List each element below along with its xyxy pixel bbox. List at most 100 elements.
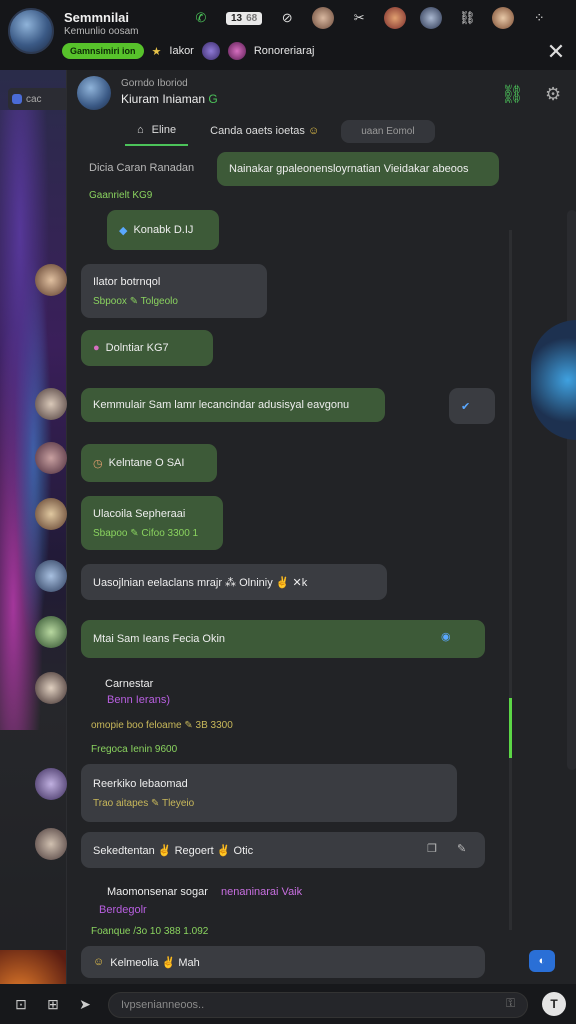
message-bubble[interactable]: ◆ Konabk D.IJ <box>107 210 219 250</box>
message-author: Carnestar <box>105 678 154 690</box>
tab-bar: ⌂ Eline Canda oaets ioetas ☺ uaan Eomol <box>125 116 435 146</box>
reaction-icon[interactable]: ◉ <box>441 630 451 643</box>
message-bubble[interactable]: Mtai Sam Ieans Fecia Okin <box>81 620 485 658</box>
server-text-1: Iakor <box>169 45 194 57</box>
message-meta: Sbpoox ✎ Tolgeolo <box>93 295 178 307</box>
home-icon: ⌂ <box>137 124 144 136</box>
avatar[interactable] <box>35 388 67 420</box>
tab-second[interactable]: Canda oaets ioetas ☺ <box>198 116 331 146</box>
emoji-icon: ☺ <box>93 956 105 968</box>
game-art-background-bottom <box>0 950 66 984</box>
message-bubble[interactable]: Sekedtentan ✌ Regoert ✌ Otic <box>81 832 485 868</box>
avatar[interactable] <box>35 616 67 648</box>
scrollbar-thumb[interactable] <box>509 698 512 758</box>
channel-top-label: Gorndo Iboriod <box>121 78 188 89</box>
message-bubble[interactable]: Nainakar gpaleonensloyrnatian Vieidakar … <box>217 152 499 186</box>
message-meta: Sbapoo ✎ Cifoo 3300 1 <box>93 527 199 539</box>
avatar[interactable] <box>35 828 67 860</box>
friend-avatar-4[interactable] <box>492 7 515 29</box>
friend-avatar-3[interactable] <box>420 7 443 29</box>
message-meta: Gaanrielt KG9 <box>89 190 153 201</box>
friend-avatar-1[interactable] <box>312 7 335 29</box>
top-bar: Semmnilai Kemunlio oosam ✆ 13 68 ⊘ ✂ ⛓ ⁘ … <box>0 0 576 70</box>
edit-icon[interactable]: ✎ <box>457 842 466 855</box>
counter-main: 13 <box>231 12 243 24</box>
message-bubble[interactable]: ● Dolntiar KG7 <box>81 330 213 366</box>
user-status: Kemunlio oosam <box>64 26 139 37</box>
crop-icon[interactable]: ⊘ <box>276 7 298 29</box>
attach-icon[interactable]: ⊡ <box>10 993 32 1015</box>
message-meta: Foanque /3o 10 388 1.092 <box>91 926 209 937</box>
tool-icon[interactable]: ✂ <box>348 7 370 29</box>
server-text-2: Ronoreriaraj <box>253 45 315 57</box>
friend-avatar-2[interactable] <box>384 7 407 29</box>
orb-icon: ● <box>93 342 100 354</box>
side-panel-handle[interactable] <box>531 320 576 440</box>
message-bubble[interactable]: ☺ Kelmeolia ✌ Mah <box>81 946 485 978</box>
message-subtitle: Berdegolr <box>99 904 147 916</box>
message-bubble[interactable]: ◷ Kelntane O SAI <box>81 444 217 482</box>
chat-panel: Gorndo Iboriod Kiuram Iniaman G ⛓ ⚙ ⌂ Eli… <box>35 70 576 984</box>
message-text: Reerkiko lebaomad <box>93 777 188 790</box>
chat-bubble-icon[interactable]: ◐ <box>529 950 555 972</box>
avatar[interactable] <box>35 498 67 530</box>
channel-avatar[interactable] <box>77 76 111 110</box>
avatar[interactable] <box>35 672 67 704</box>
copy-icon[interactable]: ❐ <box>427 842 437 855</box>
channel-title: Kiuram Iniaman G <box>121 92 218 106</box>
message-text: Ulacoila Sepheraai <box>93 507 186 520</box>
message-bubble[interactable]: Ilator botrnqol Sbpoox ✎ Tolgeolo <box>81 264 267 318</box>
message-bubble[interactable]: Uasojlnian eelaclans mrajr ⁂ Olniniy ✌ ✕… <box>81 564 387 600</box>
link-icon[interactable]: ⛓ <box>456 7 478 29</box>
right-scroll-edge[interactable] <box>567 210 576 770</box>
scrollbar-track[interactable] <box>509 230 512 930</box>
badge-icon: ◆ <box>119 224 128 237</box>
phone-icon[interactable]: ✆ <box>190 7 212 29</box>
emoji-icon: ☺ <box>307 125 320 137</box>
top-icon-row: ✆ 13 68 ⊘ ✂ ⛓ ⁘ <box>190 6 568 30</box>
gear-icon[interactable]: ⚙ <box>545 84 567 106</box>
badge-icon <box>12 94 22 104</box>
counter-sub: 68 <box>246 12 258 24</box>
star-icon: ★ <box>151 45 162 58</box>
left-badge[interactable]: cac <box>8 88 68 110</box>
message-author: Maomonsenar sogar <box>107 886 208 898</box>
server-avatar-1[interactable] <box>201 42 220 60</box>
user-name: Semmnilai <box>64 10 130 25</box>
server-avatar-2[interactable] <box>227 42 246 60</box>
send-button[interactable]: T <box>542 992 566 1016</box>
server-tag[interactable]: Gamnsimiri ion <box>62 43 144 59</box>
lock-icon[interactable]: ⚿ <box>506 996 515 1011</box>
left-badge-label: cac <box>26 93 42 105</box>
message-author-tag: nenaninarai Vaik <box>221 886 303 898</box>
message-bubble[interactable]: Kemmulair Sam lamr lecancindar adusisyal… <box>81 388 385 422</box>
send-arrow-icon[interactable]: ➤ <box>74 993 96 1015</box>
reaction-bubble[interactable]: ✔ <box>449 388 495 424</box>
tab-home[interactable]: ⌂ Eline <box>125 116 189 146</box>
avatar[interactable] <box>35 442 67 474</box>
message-text: Dicia Caran Ranadan <box>89 162 195 174</box>
user-avatar[interactable] <box>8 8 54 54</box>
bottom-bar: ⊡ ⊞ ➤ Ivpsenianneoos.. ⚿ T <box>0 984 576 1024</box>
message-subtitle: Benn Ierans) <box>107 694 170 706</box>
link-icon[interactable]: ⛓ <box>501 84 524 106</box>
grid-icon[interactable]: ⁘ <box>528 7 550 29</box>
server-row: Gamnsimiri ion ★ Iakor Ronoreriaraj <box>62 40 314 62</box>
channel-header: Gorndo Iboriod Kiuram Iniaman G ⛓ ⚙ <box>67 70 576 120</box>
message-input[interactable]: Ivpsenianneoos.. <box>108 992 528 1018</box>
clock-icon: ◷ <box>93 457 103 470</box>
avatar[interactable] <box>35 560 67 592</box>
apps-icon[interactable]: ⊞ <box>42 993 64 1015</box>
counter-badge[interactable]: 13 68 <box>226 7 263 29</box>
avatar[interactable] <box>35 768 67 800</box>
message-meta: Trao aitapes ✎ Tleyeio <box>93 797 195 809</box>
close-icon[interactable]: ✕ <box>544 40 568 64</box>
check-icon: ✔ <box>461 400 471 413</box>
message-bubble[interactable]: Ulacoila Sepheraai Sbapoo ✎ Cifoo 3300 1 <box>81 496 223 550</box>
message-text: Ilator botrnqol <box>93 275 161 288</box>
message-bubble[interactable]: Reerkiko lebaomad Trao aitapes ✎ Tleyeio <box>81 764 457 822</box>
message-meta: Fregoca Ienin 9600 <box>91 744 178 755</box>
message-meta: omopie boo feloame ✎ 3B 3300 <box>91 720 233 731</box>
avatar[interactable] <box>35 264 67 296</box>
tab-pill[interactable]: uaan Eomol <box>341 119 435 143</box>
